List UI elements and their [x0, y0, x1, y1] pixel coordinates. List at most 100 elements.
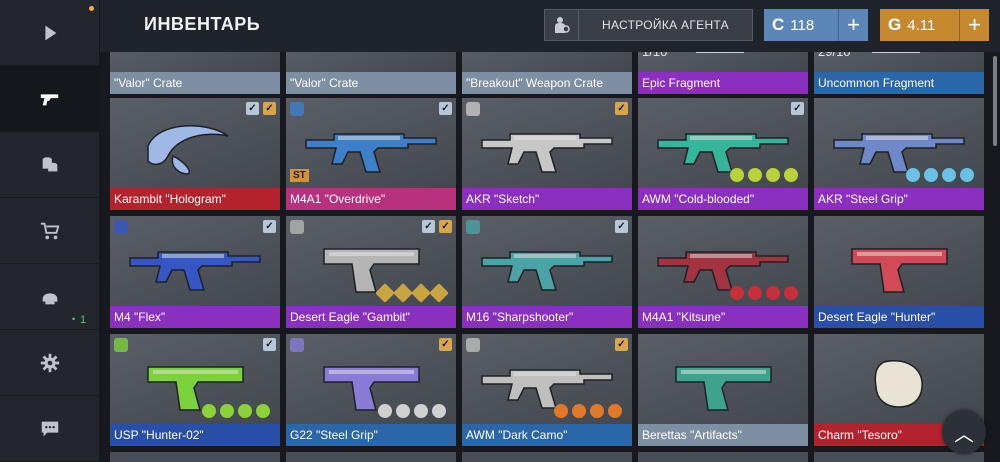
item-name: M16 "Sharpshooter"	[462, 306, 632, 328]
scrollbar[interactable]	[993, 56, 997, 146]
nav-clan[interactable]: 1 •	[0, 264, 100, 330]
inventory-grid: "Valor" Crate "Valor" Crate "Breakout" Wea…	[100, 52, 1000, 462]
nav-inventory[interactable]	[0, 66, 100, 132]
blue-check-icon: ✓	[246, 102, 259, 115]
agent-settings-label: НАСТРОЙКА АГЕНТА	[602, 18, 729, 32]
weapon-image	[675, 366, 772, 411]
inventory-card[interactable]: AKR "Steel Grip"	[814, 98, 984, 210]
inventory-card[interactable]: ✓ M4 "Flex"	[110, 216, 280, 328]
inventory-card[interactable]: ✓ ✓ Desert Eagle "Gambit"	[286, 216, 456, 328]
inventory-card[interactable]: ✓ AKR "Sketch"	[462, 98, 632, 210]
nav-settings[interactable]	[0, 330, 100, 396]
nav-market[interactable]	[0, 132, 100, 198]
weapon-image	[481, 133, 613, 173]
inventory-card[interactable]: ✓ ST M4A1 "Overdrive"	[286, 98, 456, 210]
page-title: ИНВЕНТАРЬ	[144, 14, 261, 34]
nav-chat[interactable]	[0, 396, 100, 462]
weapon-image	[851, 248, 948, 293]
fragment-count: 1/10	[642, 52, 667, 59]
sticker-icon	[411, 283, 431, 303]
gear-icon	[40, 353, 60, 372]
sticker-row	[730, 286, 798, 300]
sticker-icon	[766, 286, 780, 300]
item-name: USP "Hunter-02"	[110, 424, 280, 446]
fragment-progress	[872, 52, 920, 53]
add-silver-button[interactable]: +	[838, 9, 868, 41]
item-name: AWM "Cold-blooded"	[638, 188, 808, 210]
inventory-card[interactable]	[462, 452, 632, 462]
sticker-icon	[766, 168, 780, 182]
sticker-icon	[748, 168, 762, 182]
item-name: Uncommon Fragment	[814, 72, 984, 94]
chat-icon	[41, 421, 59, 436]
inventory-card[interactable]	[638, 452, 808, 462]
inventory-card[interactable]: ✓ ✓ Karambit "Hologram"	[110, 98, 280, 210]
inventory-card[interactable]: ✓ AWM "Dark Camo"	[462, 334, 632, 446]
inventory-card[interactable]: ✓ M16 "Sharpshooter"	[462, 216, 632, 328]
gold-check-icon: ✓	[615, 338, 628, 351]
agent-icon	[545, 10, 579, 40]
inventory-card[interactable]	[110, 452, 280, 462]
blue-check-icon: ✓	[263, 338, 276, 351]
item-name: M4 "Flex"	[110, 306, 280, 328]
sticker-row	[906, 168, 974, 182]
inventory-card[interactable]: 1/10 Epic Fragment	[638, 52, 808, 94]
item-name: Desert Eagle "Hunter"	[814, 306, 984, 328]
sticker-icon	[730, 286, 744, 300]
inventory-card[interactable]: Berettas "Artifacts"	[638, 334, 808, 446]
inventory-card[interactable]: ✓ AWM "Cold-blooded"	[638, 98, 808, 210]
inventory-card[interactable]: "Breakout" Weapon Crate	[462, 52, 632, 94]
add-gold-button[interactable]: +	[959, 9, 989, 41]
sticker-icon	[432, 404, 446, 418]
fragment-progress	[696, 52, 744, 53]
top-bar: ИНВЕНТАРЬ НАСТРОЙКА АГЕНТА C 118 + G 4.1…	[100, 0, 1000, 52]
gold-currency: G 4.11 +	[880, 9, 989, 41]
rarity-stamp-icon	[290, 338, 304, 352]
sticker-icon	[924, 168, 938, 182]
sticker-icon	[396, 404, 410, 418]
inventory-card[interactable]: "Valor" Crate	[110, 52, 280, 94]
sticker-icon	[942, 168, 956, 182]
sticker-icon	[256, 404, 270, 418]
sticker-icon	[608, 404, 622, 418]
inventory-card[interactable]: Desert Eagle "Hunter"	[814, 216, 984, 328]
sticker-icon	[960, 168, 974, 182]
sticker-icon	[429, 283, 449, 303]
weapon-image	[833, 133, 965, 173]
scroll-to-top-button[interactable]: ︿	[942, 410, 986, 454]
sticker-icon	[378, 404, 392, 418]
inventory-card[interactable]: M4A1 "Kitsune"	[638, 216, 808, 328]
coins-icon	[42, 156, 58, 171]
nav-shop[interactable]	[0, 198, 100, 264]
inventory-card[interactable]	[286, 452, 456, 462]
sticker-row	[730, 168, 798, 182]
inventory-card[interactable]: ✓ USP "Hunter-02"	[110, 334, 280, 446]
sticker-icon	[393, 283, 413, 303]
item-name: "Valor" Crate	[286, 72, 456, 94]
item-art	[286, 52, 456, 72]
clan-badge: 1	[80, 314, 87, 326]
sticker-icon	[375, 283, 395, 303]
sidebar: 1 •	[0, 0, 100, 462]
rarity-stamp-icon	[114, 338, 128, 352]
item-name: Epic Fragment	[638, 72, 808, 94]
rarity-stamp-icon	[114, 220, 128, 234]
gold-amount: 4.11	[907, 16, 936, 34]
nav-play[interactable]	[0, 0, 100, 66]
silver-icon: C	[772, 15, 785, 34]
inventory-card[interactable]: ✓ G22 "Steel Grip"	[286, 334, 456, 446]
sticker-icon	[906, 168, 920, 182]
item-name: M4A1 "Kitsune"	[638, 306, 808, 328]
inventory-card[interactable]: "Valor" Crate	[286, 52, 456, 94]
rarity-stamp-icon	[466, 220, 480, 234]
gold-check-icon: ✓	[439, 220, 452, 233]
weapon-image	[481, 251, 613, 291]
agent-settings-button[interactable]: НАСТРОЙКА АГЕНТА	[544, 9, 753, 41]
blue-check-icon: ✓	[439, 102, 452, 115]
badge-dot: •	[72, 314, 76, 324]
pistol-icon	[40, 93, 59, 105]
item-name: "Valor" Crate	[110, 72, 280, 94]
inventory-card[interactable]: 29/10 Uncommon Fragment	[814, 52, 984, 94]
sticker-icon	[784, 168, 798, 182]
sticker-icon	[748, 286, 762, 300]
